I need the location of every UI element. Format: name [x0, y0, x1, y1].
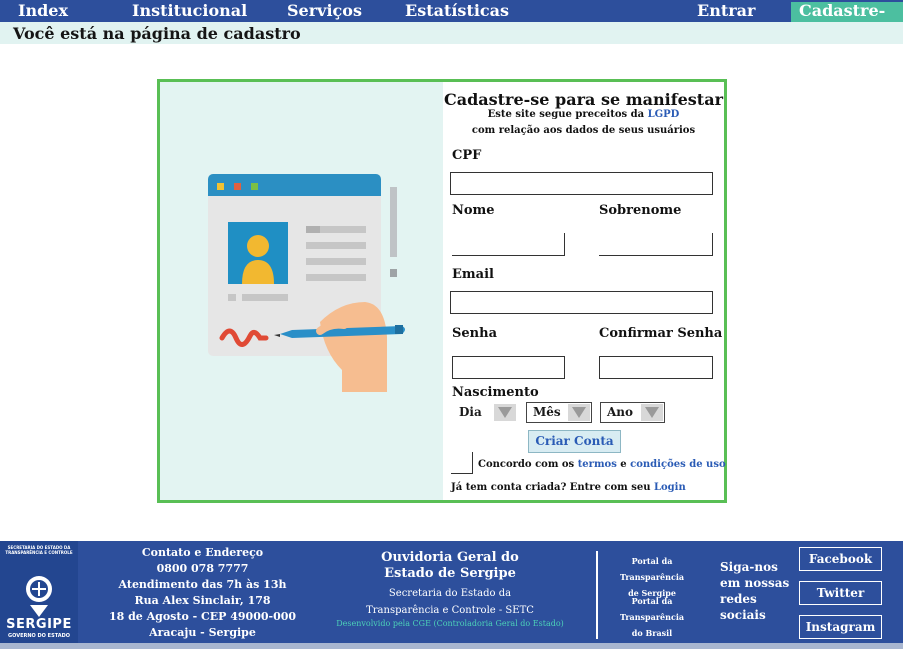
contact-block: Contato e Endereço 0800 078 7777 Atendim…: [100, 545, 305, 641]
nav-index[interactable]: Index: [18, 2, 68, 20]
ouvidoria-sub-2: Transparência e Controle - SETC: [366, 605, 534, 616]
terms-checkbox[interactable]: [451, 452, 473, 474]
nome-label: Nome: [452, 203, 495, 218]
terms-pre: Concordo com os: [478, 459, 578, 470]
senha-label: Senha: [452, 326, 497, 341]
chevron-down-icon: [568, 404, 590, 421]
terms-mid: e: [616, 459, 631, 470]
chevron-down-icon: [494, 404, 516, 421]
facebook-button[interactable]: Facebook: [799, 547, 882, 571]
contact-city: Aracaju - Sergipe: [149, 626, 256, 639]
social-heading: Siga-nos em nossas redes sociais: [720, 559, 789, 623]
top-nav: Index Institucional Serviços Estatística…: [0, 0, 903, 38]
chevron-down-icon: [641, 404, 663, 421]
criar-conta-button[interactable]: Criar Conta: [528, 430, 621, 453]
breadcrumb-text: Você está na página de cadastro: [13, 24, 301, 43]
ouvidoria-title-1: Ouvidoria Geral do: [381, 550, 519, 565]
sobrenome-input[interactable]: [599, 233, 713, 256]
form-title: Cadastre-se para se manifestar: [443, 90, 723, 109]
contact-cep: 18 de Agosto - CEP 49000-000: [108, 610, 297, 623]
nav-estatisticas[interactable]: Estatísticas: [405, 2, 509, 20]
lgpd-text: Este site segue preceitos da: [487, 109, 648, 120]
sobrenome-label: Sobrenome: [599, 203, 682, 218]
contact-hours: Atendimento das 7h às 13h: [118, 578, 287, 591]
seal-governo: GOVERNO DO ESTADO: [8, 633, 70, 639]
have-account-text: Já tem conta criada? Entre com seu Login: [451, 482, 686, 493]
signup-form: Cadastre-se para se manifestar Este site…: [443, 82, 726, 500]
portal1-line1: Portal da Transparência: [619, 556, 685, 582]
registration-form-illustration: [208, 174, 405, 392]
login-link[interactable]: Login: [654, 482, 686, 493]
have-account-pre: Já tem conta criada? Entre com seu: [451, 482, 654, 493]
footer: SECRETARIA DO ESTADO DA TRANSPARÊNCIA E …: [0, 541, 903, 643]
cpf-label: CPF: [452, 148, 482, 163]
portal2-line2: do Brasil: [631, 628, 673, 638]
contact-title: Contato e Endereço: [141, 546, 264, 559]
siga-line4: sociais: [720, 608, 766, 622]
cpf-input[interactable]: [450, 172, 713, 195]
nav-institucional[interactable]: Institucional: [132, 2, 247, 20]
nav-servicos[interactable]: Serviços: [287, 2, 362, 20]
portal-divider: [596, 551, 598, 639]
mes-select-value: Mês: [533, 405, 561, 419]
bottom-strip: [0, 643, 903, 649]
ano-select[interactable]: Ano: [600, 402, 665, 423]
ouvidoria-sub-1: Secretaria do Estado da: [388, 588, 512, 599]
nav-entrar[interactable]: Entrar: [697, 2, 755, 20]
sergipe-logo: SECRETARIA DO ESTADO DA TRANSPARÊNCIA E …: [0, 541, 78, 643]
signup-card: Cadastre-se para se manifestar Este site…: [157, 79, 727, 503]
nascimento-label: Nascimento: [452, 385, 539, 400]
seal-secretaria: SECRETARIA DO ESTADO DA TRANSPARÊNCIA E …: [5, 545, 73, 555]
confirmar-senha-label: Confirmar Senha: [599, 326, 723, 341]
ano-select-value: Ano: [607, 405, 634, 419]
nav-cadastre[interactable]: Cadastre-se: [791, 2, 903, 38]
signup-illustration: [160, 82, 443, 500]
nome-input[interactable]: [452, 233, 565, 256]
terms-text: Concordo com os termos e condições de us…: [478, 459, 726, 470]
form-subtitle-1: Este site segue preceitos da LGPD: [443, 109, 724, 120]
developer-credit: Desenvolvido pela CGE (Controladoria Ger…: [336, 619, 564, 628]
siga-line3: redes: [720, 592, 757, 606]
email-label: Email: [452, 267, 494, 282]
ouvidoria-title-2: Estado de Sergipe: [384, 566, 516, 581]
contact-street: Rua Alex Sinclair, 178: [134, 594, 271, 607]
contact-phone: 0800 078 7777: [156, 562, 249, 575]
dia-select-value: Dia: [459, 405, 482, 419]
confirmar-senha-input[interactable]: [599, 356, 713, 379]
siga-line2: em nossas: [720, 576, 790, 590]
email-input[interactable]: [450, 291, 713, 314]
ouvidoria-block: Ouvidoria Geral do Estado de Sergipe Sec…: [320, 550, 580, 628]
termos-link[interactable]: termos: [578, 459, 617, 470]
seal-name: SERGIPE: [6, 617, 72, 632]
mes-select[interactable]: Mês: [526, 402, 592, 423]
breadcrumb: Você está na página de cadastro: [0, 22, 903, 44]
form-subtitle-2: com relação aos dados de seus usuários: [471, 125, 696, 136]
senha-input[interactable]: [452, 356, 565, 379]
lgpd-link[interactable]: LGPD: [648, 109, 680, 120]
siga-line1: Siga-nos: [720, 560, 778, 574]
portal-transparencia-brasil-link[interactable]: Portal da Transparência do Brasil: [600, 593, 704, 641]
dia-select[interactable]: Dia: [452, 402, 518, 423]
condicoes-link[interactable]: condições de uso: [630, 459, 725, 470]
instagram-button[interactable]: Instagram: [799, 615, 882, 639]
twitter-button[interactable]: Twitter: [799, 581, 882, 605]
portal2-line1: Portal da Transparência: [619, 596, 685, 622]
state-seal-icon: [26, 576, 52, 617]
